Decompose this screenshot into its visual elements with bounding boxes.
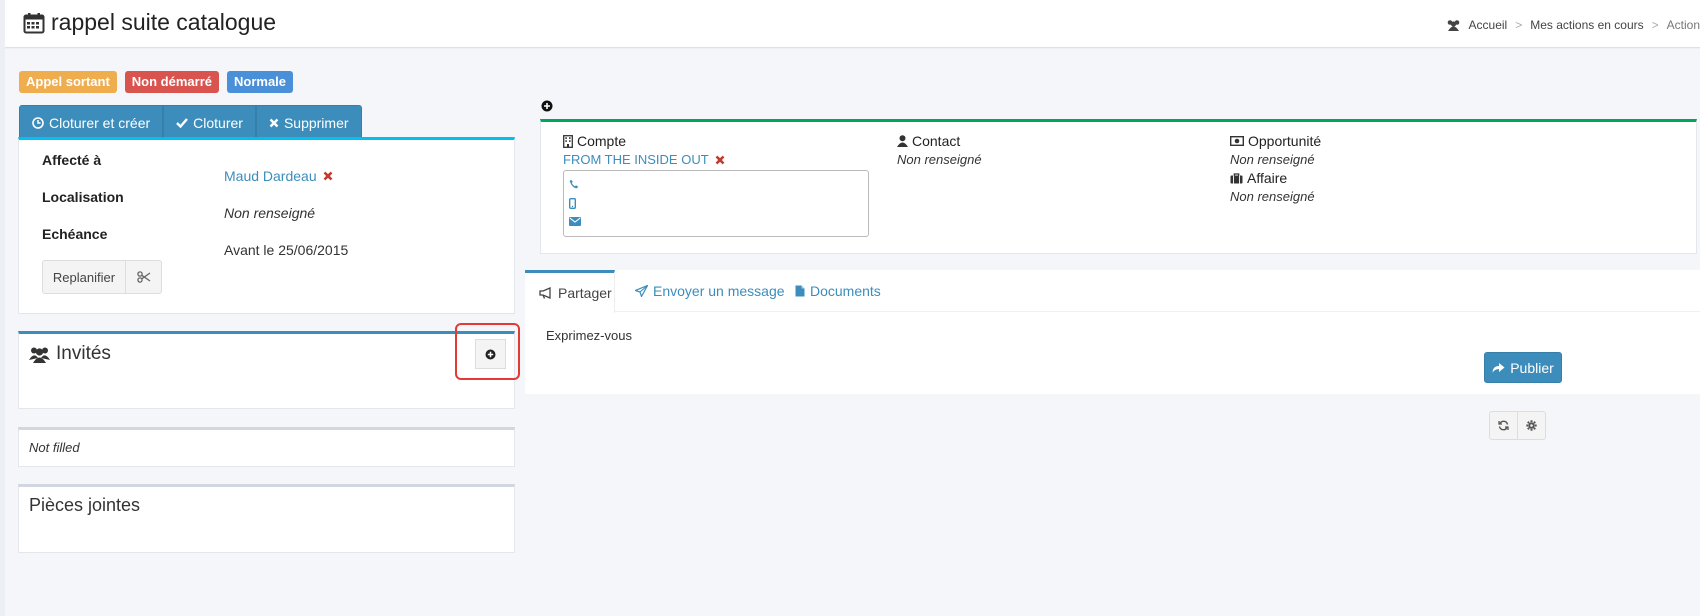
scissors-icon <box>136 271 151 283</box>
note-box: Not filled <box>18 427 515 467</box>
breadcrumb-my-actions[interactable]: Mes actions en cours <box>1530 18 1643 32</box>
share-icon <box>1492 362 1505 373</box>
breadcrumb-current: Action <box>1666 18 1700 32</box>
assigned-label: Affecté à <box>42 152 102 168</box>
opportunity-value: Non renseigné <box>1230 152 1315 167</box>
page-title: rappel suite catalogue <box>23 9 276 36</box>
refresh-button[interactable] <box>1489 411 1518 440</box>
refresh-icon <box>1498 420 1509 431</box>
file-icon <box>795 285 805 297</box>
account-contact-card <box>563 170 869 237</box>
clock-icon <box>32 116 44 129</box>
attachments-box: Pièces jointes <box>18 484 515 553</box>
publish-button[interactable]: Publier <box>1484 352 1562 383</box>
bullhorn-icon <box>539 287 553 299</box>
breadcrumb-home[interactable]: Accueil <box>1469 18 1508 32</box>
remove-assignee-icon[interactable] <box>323 171 333 181</box>
assigned-user-link[interactable]: Maud Dardeau <box>224 168 317 184</box>
briefcase-icon <box>1230 172 1243 184</box>
tab-documents-label: Documents <box>810 283 881 299</box>
tab-send-message-label: Envoyer un message <box>653 283 785 299</box>
account-value-wrap: FROM THE INSIDE OUT <box>563 152 725 167</box>
attachments-title: Pièces jointes <box>29 495 141 515</box>
close-button[interactable]: Cloturer <box>163 105 256 140</box>
due-row: Echéance Avant le 25/06/2015 <box>42 226 348 258</box>
status-badge: Non démarré <box>124 71 219 93</box>
user-icon <box>897 135 908 147</box>
reschedule-group: Replanifier <box>42 260 162 294</box>
users-icon <box>1446 19 1461 31</box>
delete-button[interactable]: Supprimer <box>255 105 362 140</box>
action-button-group: Cloturer et créer Cloturer Supprimer <box>19 105 362 140</box>
gear-icon <box>1526 420 1537 431</box>
cut-button[interactable] <box>126 260 162 294</box>
mobile-icon[interactable] <box>569 198 576 209</box>
building-icon <box>563 134 573 148</box>
remove-account-icon[interactable] <box>715 155 725 165</box>
deal-label: Affaire <box>1247 170 1288 186</box>
priority-badge: Normale <box>227 71 294 93</box>
content-header: rappel suite catalogue Accueil > Mes act… <box>5 0 1700 48</box>
highlight-frame <box>455 323 520 380</box>
invites-header: Invités <box>29 343 111 365</box>
breadcrumb-separator: > <box>1515 18 1523 32</box>
close-and-create-button[interactable]: Cloturer et créer <box>19 105 164 140</box>
delete-label: Supprimer <box>283 114 349 131</box>
users-icon <box>29 346 50 363</box>
due-value: Avant le 25/06/2015 <box>224 242 349 258</box>
due-label: Echéance <box>42 226 108 242</box>
location-value: Non renseigné <box>224 205 316 221</box>
breadcrumb-separator: > <box>1651 18 1659 32</box>
calendar-icon <box>23 12 45 34</box>
opportunity-label: Opportunité <box>1248 133 1322 149</box>
tab-share-label: Partager <box>558 285 612 301</box>
details-box: Affecté à Maud Dardeau Localisation Non … <box>18 137 515 314</box>
assigned-row: Affecté à Maud Dardeau <box>42 152 333 184</box>
relations-box: Compte FROM THE INSIDE OUT Contact Non r… <box>540 119 1697 254</box>
phone-icon[interactable] <box>569 179 579 189</box>
opportunity-header: Opportunité <box>1230 133 1321 149</box>
deal-header: Affaire <box>1230 170 1287 186</box>
contact-header: Contact <box>897 133 960 149</box>
reschedule-button[interactable]: Replanifier <box>42 260 126 294</box>
settings-button[interactable] <box>1517 411 1546 440</box>
status-badges: Appel sortant Non démarré Normale <box>19 71 294 93</box>
page-title-text: rappel suite catalogue <box>51 9 277 35</box>
add-relation-icon[interactable] <box>541 100 553 112</box>
tab-documents[interactable]: Documents <box>781 270 895 312</box>
close-and-create-label: Cloturer et créer <box>49 114 151 131</box>
account-label: Compte <box>577 133 627 149</box>
money-icon <box>1230 136 1244 146</box>
envelope-icon[interactable] <box>569 217 581 226</box>
note-text: Not filled <box>29 440 80 455</box>
account-link[interactable]: FROM THE INSIDE OUT <box>563 152 709 167</box>
breadcrumb: Accueil > Mes actions en cours > Action <box>1446 18 1700 32</box>
activity-panel: Partager Envoyer un message Documents Ex… <box>525 270 1700 394</box>
main-content: Appel sortant Non démarré Normale Clotur… <box>5 49 1700 616</box>
account-header: Compte <box>563 133 626 149</box>
check-icon <box>176 117 189 128</box>
invites-title: Invités <box>56 343 111 364</box>
contact-value: Non renseigné <box>897 152 982 167</box>
close-label: Cloturer <box>193 114 243 131</box>
tab-send-message[interactable]: Envoyer un message <box>621 270 799 312</box>
tab-bar: Partager Envoyer un message Documents <box>525 270 1700 313</box>
tab-share[interactable]: Partager <box>525 270 615 313</box>
paper-plane-icon <box>635 285 648 297</box>
deal-value: Non renseigné <box>1230 189 1315 204</box>
invites-box: Invités <box>18 331 515 409</box>
assigned-value-wrap: Maud Dardeau <box>224 168 333 184</box>
times-icon <box>269 118 279 128</box>
location-label: Localisation <box>42 189 124 205</box>
type-badge: Appel sortant <box>19 71 117 93</box>
publish-label: Publier <box>1510 359 1554 376</box>
location-row: Localisation Non renseigné <box>42 189 315 221</box>
contact-label: Contact <box>912 133 961 149</box>
share-input[interactable]: Exprimez-vous <box>546 328 632 343</box>
